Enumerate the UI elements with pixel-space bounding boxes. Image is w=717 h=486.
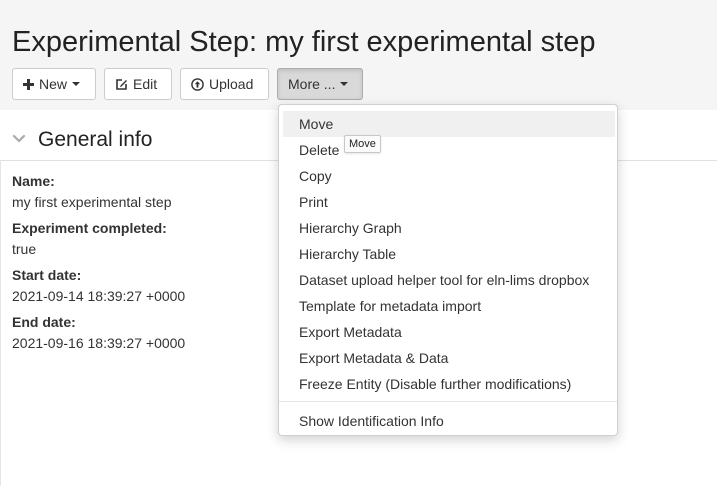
menu-item-export-metadata[interactable]: Export Metadata: [279, 319, 617, 345]
properties-list: Name: my first experimental step Experim…: [12, 173, 185, 361]
more-button-label: More ...: [288, 76, 336, 92]
property-end-date: End date: 2021-09-16 18:39:27 +0000: [12, 314, 185, 361]
new-button[interactable]: New: [12, 68, 96, 100]
menu-item-export-metadata-data[interactable]: Export Metadata & Data: [279, 345, 617, 371]
plus-icon: [23, 78, 34, 90]
section-title: General info: [38, 128, 153, 151]
menu-item-move[interactable]: Move: [283, 111, 615, 137]
menu-item-delete[interactable]: Delete: [279, 137, 617, 163]
menu-item-hierarchy-table[interactable]: Hierarchy Table: [279, 241, 617, 267]
menu-item-copy[interactable]: Copy: [279, 163, 617, 189]
new-button-label: New: [39, 76, 68, 92]
property-start-date: Start date: 2021-09-14 18:39:27 +0000: [12, 267, 185, 314]
menu-item-identification-info[interactable]: Show Identification Info: [279, 408, 617, 434]
property-label: Experiment completed:: [12, 220, 167, 236]
menu-item-freeze-entity[interactable]: Freeze Entity (Disable further modificat…: [279, 371, 617, 397]
menu-item-metadata-template[interactable]: Template for metadata import: [279, 293, 617, 319]
upload-button-label: Upload: [209, 76, 254, 92]
general-info-header[interactable]: General info: [12, 127, 152, 153]
page-header: Experimental Step: my first experimental…: [0, 0, 717, 110]
property-label: End date:: [12, 314, 76, 330]
menu-item-hierarchy-graph[interactable]: Hierarchy Graph: [279, 215, 617, 241]
experimental-step-page: Experimental Step: my first experimental…: [0, 0, 717, 486]
panel-left-border: [0, 160, 1, 486]
property-label: Start date:: [12, 267, 82, 283]
upload-circle-icon: [191, 77, 204, 91]
edit-button[interactable]: Edit: [104, 68, 172, 100]
edit-icon: [115, 78, 128, 91]
menu-divider: [279, 401, 617, 402]
caret-down-icon: [340, 82, 349, 86]
upload-button[interactable]: Upload: [180, 68, 269, 100]
page-title: Experimental Step: my first experimental…: [12, 26, 596, 58]
menu-item-print[interactable]: Print: [279, 189, 617, 215]
more-button[interactable]: More ...: [277, 68, 363, 100]
more-dropdown-menu: Move Delete Copy Print Hierarchy Graph H…: [278, 104, 618, 436]
property-value: my first experimental step: [12, 194, 172, 210]
menu-item-dataset-upload-helper[interactable]: Dataset upload helper tool for eln-lims …: [279, 267, 617, 293]
property-experiment-completed: Experiment completed: true: [12, 220, 185, 267]
tooltip: Move: [344, 135, 381, 153]
property-label: Name:: [12, 173, 55, 189]
property-value: 2021-09-16 18:39:27 +0000: [12, 335, 186, 351]
chevron-down-icon: [12, 131, 26, 149]
caret-down-icon: [72, 82, 81, 86]
edit-button-label: Edit: [133, 76, 158, 92]
property-value: 2021-09-14 18:39:27 +0000: [12, 288, 186, 304]
property-value: true: [12, 241, 37, 257]
property-name: Name: my first experimental step: [12, 173, 185, 220]
